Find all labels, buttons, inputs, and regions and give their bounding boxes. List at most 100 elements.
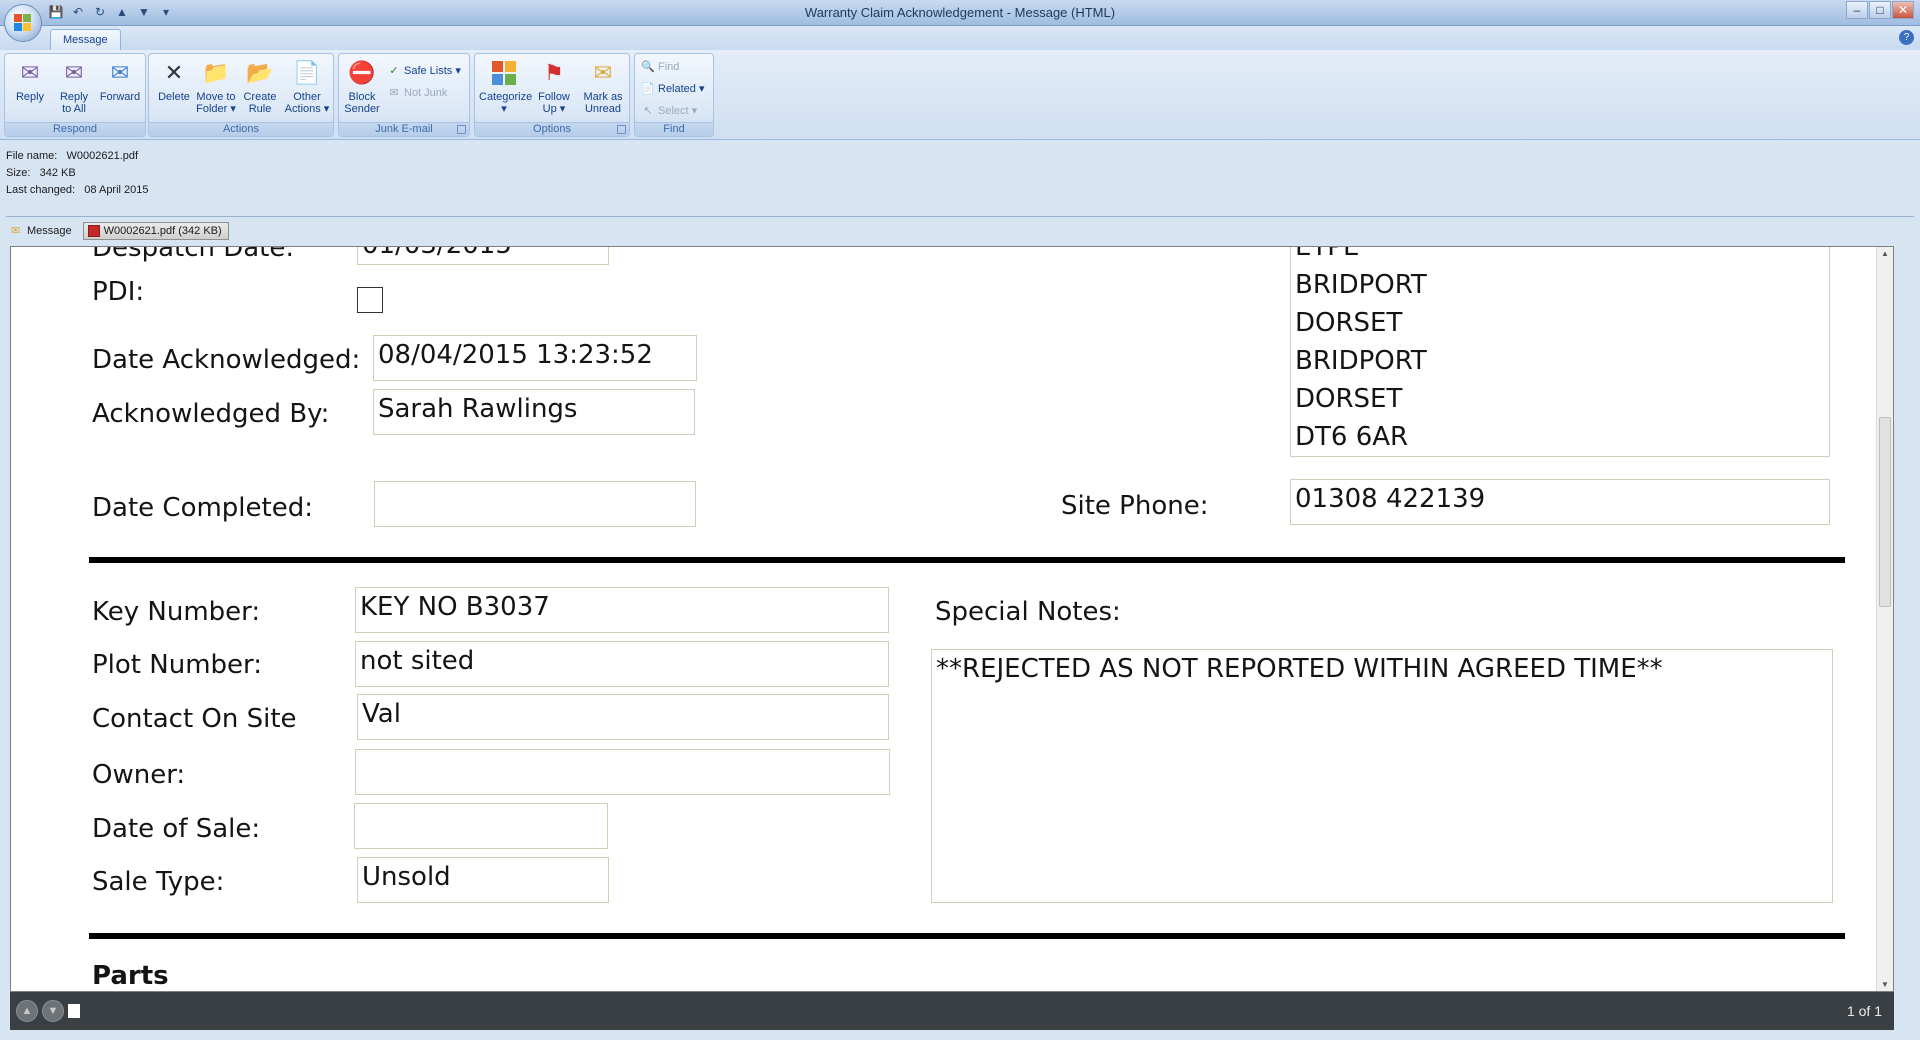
help-icon[interactable]: ?	[1899, 30, 1914, 45]
title-bar: 💾 ↶ ↻ ▲ ▼ ▾ Warranty Claim Acknowledgeme…	[0, 0, 1920, 26]
maximize-button[interactable]: □	[1869, 1, 1891, 19]
page-thumbnail-icon[interactable]	[68, 1004, 80, 1018]
address-line: DORSET	[1295, 384, 1403, 414]
office-button[interactable]	[4, 4, 42, 42]
pdf-icon	[87, 225, 100, 237]
file-name-value: W0002621.pdf	[66, 150, 139, 162]
flag-icon: ⚑	[544, 60, 564, 85]
date-acknowledged-label: Date Acknowledged:	[92, 345, 361, 375]
special-notes-label: Special Notes:	[935, 597, 1121, 627]
site-phone-label: Site Phone:	[1061, 491, 1209, 521]
select-button[interactable]: ↖ Select ▾	[641, 102, 697, 120]
contact-on-site-label: Contact On Site	[92, 704, 297, 734]
reply-all-icon: ✉	[64, 60, 84, 85]
not-junk-button[interactable]: ✉ Not Junk	[387, 84, 447, 102]
address-line: BRIDPORT	[1295, 270, 1427, 300]
pdi-checkbox	[357, 287, 383, 313]
key-number-label: Key Number:	[92, 597, 261, 627]
junk-email-group: ⛔ Block Sender ✓ Safe Lists ▾ ✉ Not Junk J…	[338, 53, 470, 137]
categorize-icon	[489, 58, 519, 88]
despatch-date-field: 01/03/2015	[357, 247, 609, 265]
scroll-up-arrow-icon[interactable]: ▲	[1880, 249, 1890, 258]
related-icon: 📄	[641, 83, 655, 95]
safe-lists-button[interactable]: ✓ Safe Lists ▾	[387, 62, 461, 80]
page-count: 1 of 1	[1846, 1003, 1882, 1019]
minimize-button[interactable]: –	[1846, 1, 1868, 19]
forward-button[interactable]: ✉ Forward	[97, 58, 143, 120]
previous-page-icon[interactable]: ▲	[16, 1000, 38, 1022]
address-line: EYPE	[1295, 246, 1360, 262]
mark-as-unread-button[interactable]: ✉ Mark as Unread	[579, 58, 627, 120]
respond-group-label: Respond	[5, 122, 145, 136]
reply-button[interactable]: ✉ Reply	[9, 58, 51, 120]
sale-type-label: Sale Type:	[92, 867, 225, 897]
folder-icon: 📁	[202, 60, 230, 85]
date-of-sale-field	[354, 803, 608, 849]
file-size-value: 342 KB	[39, 167, 76, 179]
contact-on-site-field: Val	[357, 694, 889, 740]
pdf-document: Despatch Date: 01/03/2015 PDI: Date Ackn…	[11, 246, 1893, 991]
safe-lists-icon: ✓	[389, 65, 399, 77]
ribbon: ✉ Reply ✉ Reply to All ✉ Forward Respond…	[0, 50, 1920, 140]
date-acknowledged-field: 08/04/2015 13:23:52	[373, 335, 697, 381]
document-icon: 📄	[293, 60, 321, 85]
actions-group-label: Actions	[149, 122, 333, 136]
address-line: DT6 6AR	[1295, 422, 1409, 452]
scroll-thumb[interactable]	[1879, 417, 1891, 607]
delete-button[interactable]: ✕ Delete	[153, 58, 195, 120]
last-changed-value: 08 April 2015	[84, 184, 149, 196]
section-divider	[89, 557, 1845, 563]
ribbon-tabs: Message ?	[0, 26, 1920, 50]
attachment-bar: ✉ Message W0002621.pdf (342 KB)	[6, 222, 229, 240]
scroll-down-arrow-icon[interactable]: ▼	[1880, 980, 1890, 989]
create-rule-button[interactable]: 📂 Create Rule	[239, 58, 281, 120]
not-junk-icon: ✉	[389, 87, 399, 99]
find-button[interactable]: 🔍 Find	[641, 58, 679, 76]
site-address-box: EYPE BRIDPORT DORSET BRIDPORT DORSET DT6…	[1290, 246, 1830, 457]
move-to-folder-button[interactable]: 📁 Move to Folder ▾	[195, 58, 237, 120]
pdf-viewer-toolbar: ▲ ▼ 1 of 1	[10, 992, 1894, 1030]
attachment-file-info: File name: W0002621.pdf Size: 342 KB Las…	[6, 148, 149, 199]
pdf-attachment-tab[interactable]: W0002621.pdf (342 KB)	[82, 222, 229, 240]
window-title: Warranty Claim Acknowledgement - Message…	[804, 5, 1116, 20]
acknowledged-by-field: Sarah Rawlings	[373, 389, 695, 435]
tab-message[interactable]: Message	[50, 29, 121, 50]
find-group-label: Find	[635, 122, 713, 136]
find-group: 🔍 Find 📄 Related ▾ ↖ Select ▾ Find	[634, 53, 714, 137]
reply-all-button[interactable]: ✉ Reply to All	[53, 58, 95, 120]
binoculars-icon: 🔍	[641, 61, 655, 73]
options-dialog-launcher[interactable]	[617, 125, 626, 134]
vertical-scrollbar[interactable]: ▲ ▼	[1876, 247, 1893, 991]
date-of-sale-label: Date of Sale:	[92, 814, 261, 844]
junk-dialog-launcher[interactable]	[457, 125, 466, 134]
key-number-field: KEY NO B3037	[355, 587, 889, 633]
respond-group: ✉ Reply ✉ Reply to All ✉ Forward Respond	[4, 53, 146, 137]
block-sender-icon: ⛔	[348, 60, 376, 85]
section-divider	[89, 933, 1845, 939]
options-group-label: Options	[475, 122, 629, 136]
address-line: BRIDPORT	[1295, 346, 1427, 376]
unread-envelope-icon: ✉	[593, 60, 613, 85]
pdf-preview-pane[interactable]: Despatch Date: 01/03/2015 PDI: Date Ackn…	[10, 246, 1894, 992]
block-sender-button[interactable]: ⛔ Block Sender	[341, 58, 383, 120]
message-attachment-tab[interactable]: ✉ Message	[6, 222, 79, 240]
close-button[interactable]: ✕	[1892, 1, 1914, 19]
plot-number-field: not sited	[355, 641, 889, 687]
owner-label: Owner:	[92, 760, 186, 790]
other-actions-button[interactable]: 📄 Other Actions ▾	[283, 58, 331, 120]
despatch-date-label: Despatch Date:	[92, 246, 295, 263]
actions-group: ✕ Delete 📁 Move to Folder ▾ 📂 Create Rul…	[148, 53, 334, 137]
next-page-icon[interactable]: ▼	[42, 1000, 64, 1022]
divider	[6, 216, 1914, 217]
categorize-button[interactable]: Categorize ▾	[479, 58, 532, 120]
reply-icon: ✉	[20, 60, 40, 85]
pdi-label: PDI:	[92, 277, 145, 307]
plot-number-label: Plot Number:	[92, 650, 263, 680]
related-button[interactable]: 📄 Related ▾	[641, 80, 704, 98]
file-name-label: File name:	[6, 150, 58, 162]
sale-type-field: Unsold	[357, 857, 609, 903]
follow-up-button[interactable]: ⚑ Follow Up ▾	[533, 58, 575, 120]
acknowledged-by-label: Acknowledged By:	[92, 399, 330, 429]
parts-heading: Parts	[92, 961, 169, 991]
last-changed-label: Last changed:	[6, 184, 76, 196]
